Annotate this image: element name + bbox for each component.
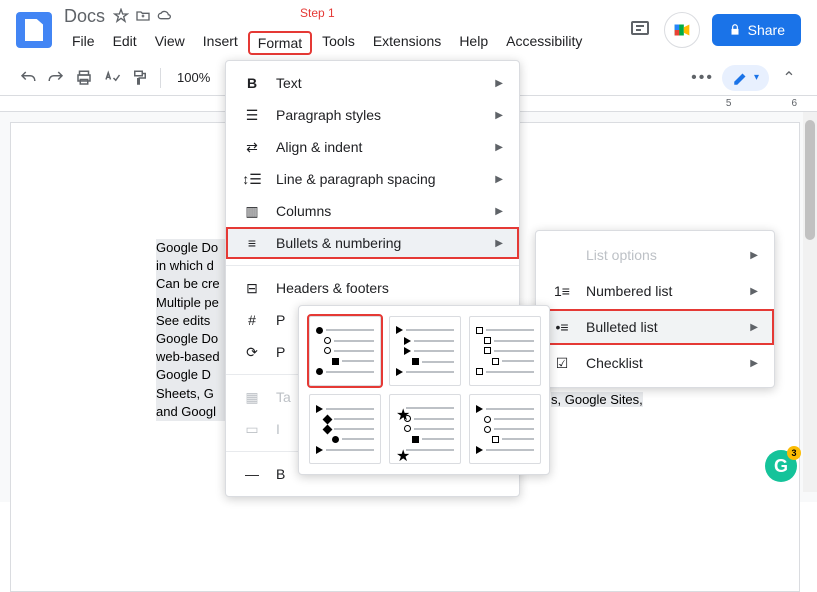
menu-accessibility[interactable]: Accessibility <box>498 31 590 55</box>
docs-app-icon[interactable] <box>16 12 52 48</box>
ruler-mark: 6 <box>791 98 797 109</box>
lock-icon <box>728 23 742 37</box>
bullet-style-grid: ★ ★ <box>298 305 550 475</box>
bullet-style-6[interactable] <box>469 394 541 464</box>
bullet-style-4[interactable] <box>309 394 381 464</box>
print-icon[interactable] <box>72 66 96 90</box>
document-text-right2[interactable]: s, Google Sites, <box>551 391 643 409</box>
fm-paragraph-styles[interactable]: ☰Paragraph styles▶ <box>226 99 519 131</box>
menubar: File Edit View Insert Format Tools Exten… <box>64 31 628 55</box>
comments-icon[interactable] <box>628 18 652 42</box>
bullet-style-2[interactable] <box>389 316 461 386</box>
toolbar-collapse-icon[interactable]: ⌃ <box>777 66 801 90</box>
sub-checklist[interactable]: ☑Checklist▶ <box>536 345 774 381</box>
share-label: Share <box>748 22 785 38</box>
step1-label: Step 1 <box>300 6 335 20</box>
sub-bulleted-list[interactable]: •≡Bulleted list▶ <box>536 309 774 345</box>
scrollbar-track[interactable] <box>803 112 817 492</box>
menu-tools[interactable]: Tools <box>314 31 363 55</box>
menu-edit[interactable]: Edit <box>105 31 145 55</box>
sub-list-options[interactable]: List options▶ <box>536 237 774 273</box>
pen-icon <box>732 69 750 87</box>
menu-file[interactable]: File <box>64 31 103 55</box>
toolbar-more-ellipsis[interactable]: ••• <box>691 69 714 87</box>
undo-icon[interactable] <box>16 66 40 90</box>
redo-icon[interactable] <box>44 66 68 90</box>
fm-headers-footers[interactable]: ⊟Headers & footers <box>226 272 519 304</box>
menu-format[interactable]: Format <box>248 31 312 55</box>
fm-bullets-numbering[interactable]: ≡Bullets & numbering▶ <box>226 227 519 259</box>
sub-numbered-list[interactable]: 1≡Numbered list▶ <box>536 273 774 309</box>
app-title[interactable]: Docs <box>64 6 105 27</box>
menu-help[interactable]: Help <box>451 31 496 55</box>
fm-text[interactable]: BText▶ <box>226 67 519 99</box>
bullet-style-5[interactable]: ★ ★ <box>389 394 461 464</box>
fm-line-spacing[interactable]: ↕☰Line & paragraph spacing▶ <box>226 163 519 195</box>
bullets-submenu: List options▶ 1≡Numbered list▶ •≡Bullete… <box>535 230 775 388</box>
move-to-folder-icon[interactable] <box>135 8 151 24</box>
menu-view[interactable]: View <box>147 31 193 55</box>
share-button[interactable]: Share <box>712 14 801 46</box>
zoom-level[interactable]: 100% <box>169 70 218 85</box>
spellcheck-icon[interactable] <box>100 66 124 90</box>
fm-align-indent[interactable]: ⇄Align & indent▶ <box>226 131 519 163</box>
grammarly-badge: 3 <box>787 446 801 460</box>
scrollbar-thumb[interactable] <box>805 120 815 240</box>
menu-insert[interactable]: Insert <box>195 31 246 55</box>
meet-icon[interactable] <box>664 12 700 48</box>
grammarly-widget[interactable]: G 3 <box>765 450 797 482</box>
paint-format-icon[interactable] <box>128 66 152 90</box>
cloud-status-icon[interactable] <box>157 8 173 24</box>
ruler-mark: 5 <box>726 98 732 109</box>
mode-dropdown[interactable]: ▾ <box>722 65 769 91</box>
menu-extensions[interactable]: Extensions <box>365 31 449 55</box>
fm-columns[interactable]: ▥Columns▶ <box>226 195 519 227</box>
bullet-style-3[interactable] <box>469 316 541 386</box>
star-icon[interactable] <box>113 8 129 24</box>
bullet-style-1[interactable] <box>309 316 381 386</box>
